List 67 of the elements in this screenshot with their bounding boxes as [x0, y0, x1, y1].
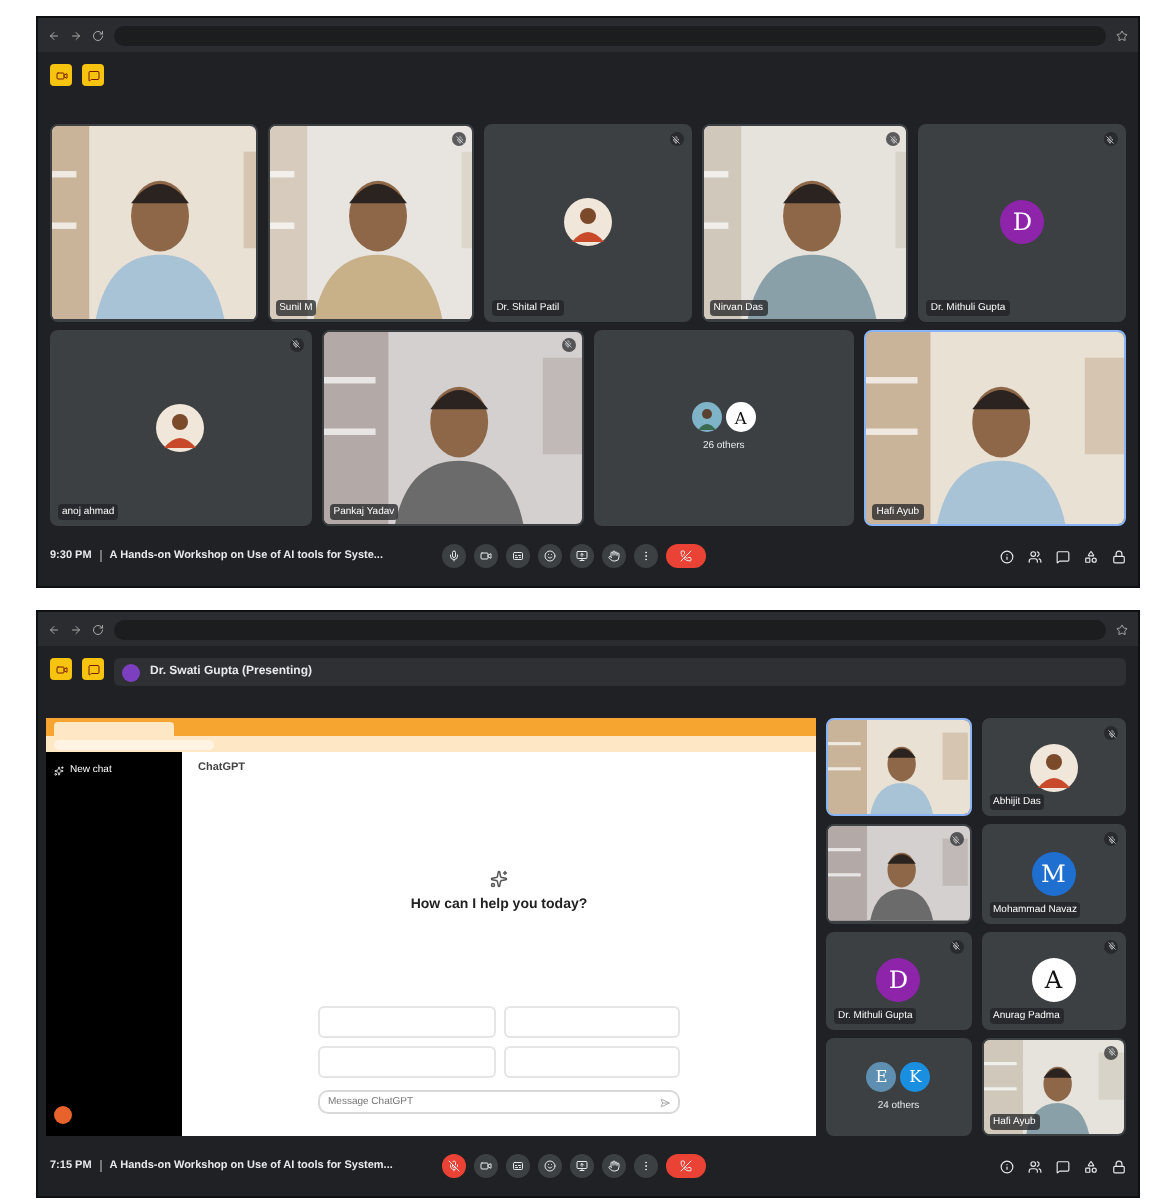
phone-icon: [680, 1160, 692, 1172]
camera-button[interactable]: [474, 1154, 498, 1178]
mic-off-icon: [448, 1160, 460, 1172]
mic-button[interactable]: [442, 1154, 466, 1178]
raise-hand-button[interactable]: [602, 544, 626, 568]
activities-icon[interactable]: [1084, 1159, 1098, 1173]
app-button[interactable]: [82, 658, 104, 680]
captions-icon: [512, 1160, 524, 1172]
smiley-icon: [544, 550, 556, 562]
camera-button[interactable]: [474, 544, 498, 568]
info-icon[interactable]: [1000, 1159, 1014, 1173]
present-button[interactable]: [570, 1154, 594, 1178]
chat-icon[interactable]: [1056, 1159, 1070, 1173]
avatar-letter: D: [1000, 200, 1045, 245]
smiley-icon: [544, 1160, 556, 1172]
camera-icon: [480, 550, 492, 562]
camera-icon: [480, 1160, 492, 1172]
people-icon[interactable]: [1028, 1159, 1042, 1173]
avatar-letter: M: [1031, 851, 1076, 896]
back-icon[interactable]: [48, 623, 60, 635]
monitor-icon: [576, 1160, 588, 1172]
monitor-icon: [576, 550, 588, 562]
participant-tile[interactable]: [826, 718, 971, 817]
presenter-avatar-icon: [122, 663, 140, 681]
forward-icon[interactable]: [70, 29, 82, 41]
star-icon[interactable]: [1116, 29, 1128, 41]
chat-icon[interactable]: [1056, 549, 1070, 563]
user-avatar-icon[interactable]: [54, 1106, 72, 1124]
chat-icon: [87, 663, 99, 675]
video-icon: [55, 663, 67, 675]
star-icon[interactable]: [1116, 623, 1128, 635]
sparkle-icon: [54, 765, 64, 775]
forward-icon[interactable]: [70, 623, 82, 635]
lock-icon[interactable]: [1112, 1159, 1126, 1173]
app-button[interactable]: [82, 64, 104, 86]
avatar-letter: A: [725, 402, 756, 433]
avatar-letter: K: [900, 1061, 931, 1092]
raise-hand-button[interactable]: [602, 1154, 626, 1178]
avatar-letter: E: [866, 1061, 897, 1092]
phone-icon: [680, 550, 692, 562]
captions-icon: [512, 550, 524, 562]
activities-icon[interactable]: [1084, 549, 1098, 563]
end-call-button[interactable]: [666, 1154, 706, 1178]
captions-button[interactable]: [506, 544, 530, 568]
logo-icon: [490, 869, 508, 887]
back-icon[interactable]: [48, 29, 60, 41]
reload-icon[interactable]: [92, 29, 104, 41]
avatar-letter: A: [1031, 958, 1076, 1003]
video-icon: [55, 69, 67, 81]
mic-button[interactable]: [442, 544, 466, 568]
captions-button[interactable]: [506, 1154, 530, 1178]
lock-icon[interactable]: [1112, 549, 1126, 563]
app-button[interactable]: [50, 64, 72, 86]
end-call-button[interactable]: [666, 544, 706, 568]
people-icon[interactable]: [1028, 549, 1042, 563]
info-icon[interactable]: [1000, 549, 1014, 563]
hand-icon: [608, 1160, 620, 1172]
present-button[interactable]: [570, 544, 594, 568]
reload-icon[interactable]: [92, 623, 104, 635]
chat-icon: [87, 69, 99, 81]
mic-icon: [448, 550, 460, 562]
emoji-button[interactable]: [538, 544, 562, 568]
emoji-button[interactable]: [538, 1154, 562, 1178]
avatar-letter: D: [876, 958, 921, 1003]
app-button[interactable]: [50, 658, 72, 680]
hand-icon: [608, 550, 620, 562]
participant-tile[interactable]: [826, 824, 971, 923]
